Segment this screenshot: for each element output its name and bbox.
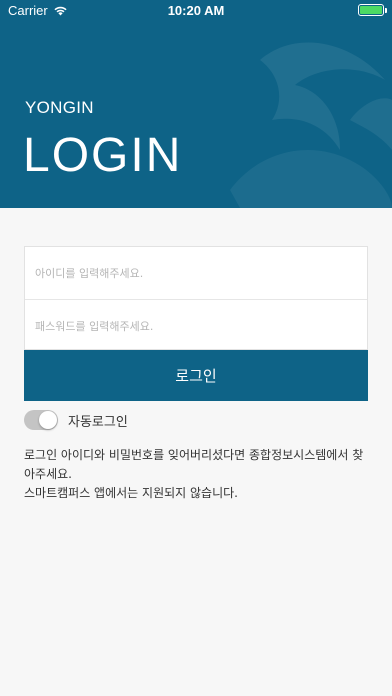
university-emblem-watermark bbox=[230, 42, 392, 208]
login-form bbox=[24, 246, 368, 352]
login-button[interactable]: 로그인 bbox=[24, 350, 368, 401]
login-notice: 로그인 아이디와 비밀번호를 잊어버리셨다면 종합정보시스템에서 찾아주세요. … bbox=[24, 446, 374, 503]
notice-line-1: 로그인 아이디와 비밀번호를 잊어버리셨다면 종합정보시스템에서 찾아주세요. bbox=[24, 448, 364, 481]
status-bar: Carrier 10:20 AM bbox=[0, 0, 392, 20]
page-title: LOGIN bbox=[23, 129, 183, 182]
auto-login-toggle[interactable] bbox=[24, 410, 58, 430]
auto-login-label: 자동로그인 bbox=[68, 414, 128, 430]
battery-level bbox=[360, 6, 382, 14]
status-time: 10:20 AM bbox=[167, 3, 225, 18]
auto-login-row: 자동로그인 bbox=[24, 410, 128, 430]
password-input[interactable] bbox=[25, 300, 367, 352]
notice-line-2: 스마트캠퍼스 앱에서는 지원되지 않습니다. bbox=[24, 486, 238, 500]
battery-icon bbox=[358, 4, 387, 16]
toggle-knob bbox=[39, 411, 57, 429]
login-header: YONGIN LOGIN bbox=[0, 20, 392, 208]
header-subtitle: YONGIN bbox=[25, 98, 94, 117]
user-id-input[interactable] bbox=[25, 247, 367, 299]
